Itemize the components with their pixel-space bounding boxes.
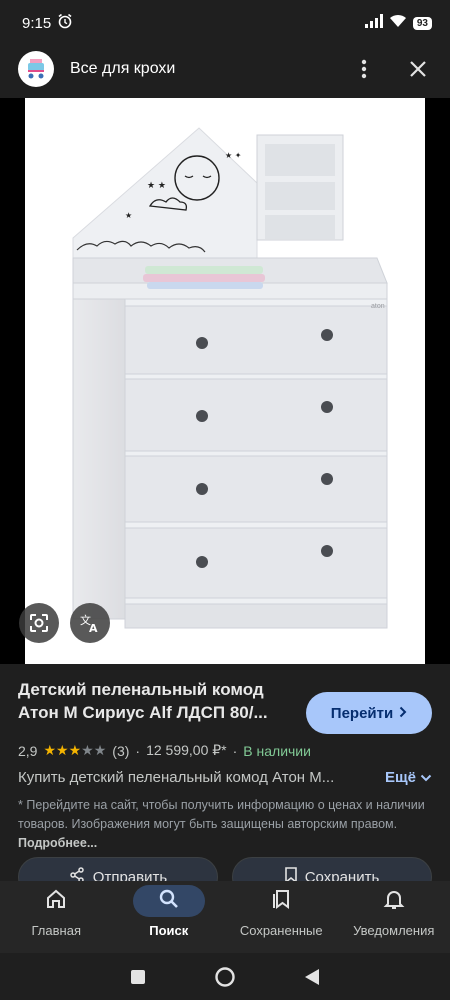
- product-title[interactable]: Детский пеленальный комод Атон М Сириус …: [18, 678, 298, 724]
- chevron-right-icon: [399, 705, 407, 722]
- notice-text: * Перейдите на сайт, чтобы получить инфо…: [18, 798, 425, 831]
- home-icon: [45, 888, 67, 915]
- back-icon[interactable]: [297, 962, 327, 992]
- nav-label-saved: Сохраненные: [239, 923, 323, 938]
- meta-row: 2,9 ★ ★ ★ ★ ★ (3) · 12 599,00 ₽* · В нал…: [18, 742, 432, 759]
- rating-stars: ★ ★ ★ ★ ★: [43, 742, 106, 759]
- availability-status: В наличии: [243, 742, 311, 759]
- separator: ·: [232, 742, 238, 759]
- nav-item-notifications[interactable]: Уведомления: [338, 881, 450, 953]
- more-vert-icon[interactable]: [350, 55, 378, 83]
- status-time: 9:15: [22, 14, 52, 32]
- nav-label-search: Поиск: [149, 923, 189, 938]
- review-count: (3): [112, 742, 130, 759]
- site-title: Все для крохи: [70, 60, 176, 77]
- product-info: Детский пеленальный комод Атон М Сириус …: [0, 664, 450, 884]
- home-circle-icon[interactable]: [210, 962, 240, 992]
- nav-item-saved[interactable]: Сохраненные: [225, 881, 338, 953]
- product-description: Купить детский пеленальный комод Атон М.…: [18, 769, 335, 786]
- bell-icon: [383, 888, 405, 915]
- more-button[interactable]: Ещё: [385, 769, 432, 786]
- translate-icon[interactable]: 文A: [70, 603, 110, 643]
- more-label: Ещё: [384, 769, 416, 786]
- nav-item-search[interactable]: Поиск: [113, 881, 226, 953]
- svg-text:★: ★: [125, 211, 132, 220]
- search-icon: [158, 888, 180, 915]
- price: 12 599,00 ₽*: [146, 742, 227, 758]
- svg-text:★ ✦: ★ ✦: [225, 151, 242, 160]
- lens-icon[interactable]: [19, 603, 59, 643]
- nav-label-notifications: Уведомления: [353, 923, 435, 938]
- status-bar: 9:15 93: [0, 0, 450, 46]
- svg-text:A: A: [89, 622, 98, 634]
- signal-icon: [364, 13, 383, 33]
- bottom-nav: Главная Поиск Сохраненные Уведомления: [0, 881, 450, 953]
- image-viewer: ★ ★ ★ ✦ ★ aton 文 A: [0, 98, 450, 664]
- star-icon: ★: [43, 742, 57, 758]
- star-empty-icon: ★: [81, 742, 94, 758]
- brand-mark: aton: [371, 303, 385, 310]
- separator: ·: [135, 742, 141, 759]
- close-icon[interactable]: [404, 55, 432, 83]
- favicon-stroller-icon: [18, 51, 54, 87]
- recents-icon[interactable]: [123, 962, 153, 992]
- alarm-icon: [57, 13, 73, 34]
- learn-more-link[interactable]: Подробнее...: [18, 836, 97, 850]
- bookmarks-icon: [270, 888, 292, 915]
- star-empty-icon: ★: [93, 742, 107, 758]
- chevron-down-icon: [420, 769, 432, 786]
- copyright-notice: * Перейдите на сайт, чтобы получить инфо…: [18, 796, 432, 853]
- star-icon: ★: [68, 742, 82, 758]
- star-icon: ★: [56, 742, 69, 758]
- goto-button[interactable]: Перейти: [306, 692, 432, 734]
- nav-label-home: Главная: [31, 923, 81, 938]
- wifi-icon: [389, 14, 407, 33]
- app-header: Все для крохи: [0, 46, 450, 92]
- rating-value: 2,9: [18, 742, 38, 759]
- system-nav: [0, 953, 450, 1000]
- goto-label: Перейти: [330, 704, 394, 722]
- product-image[interactable]: ★ ★ ★ ✦ ★ aton: [25, 98, 425, 664]
- svg-text:★ ★: ★ ★: [147, 181, 166, 191]
- nav-item-home[interactable]: Главная: [0, 881, 113, 953]
- battery-indicator: 93: [412, 16, 432, 30]
